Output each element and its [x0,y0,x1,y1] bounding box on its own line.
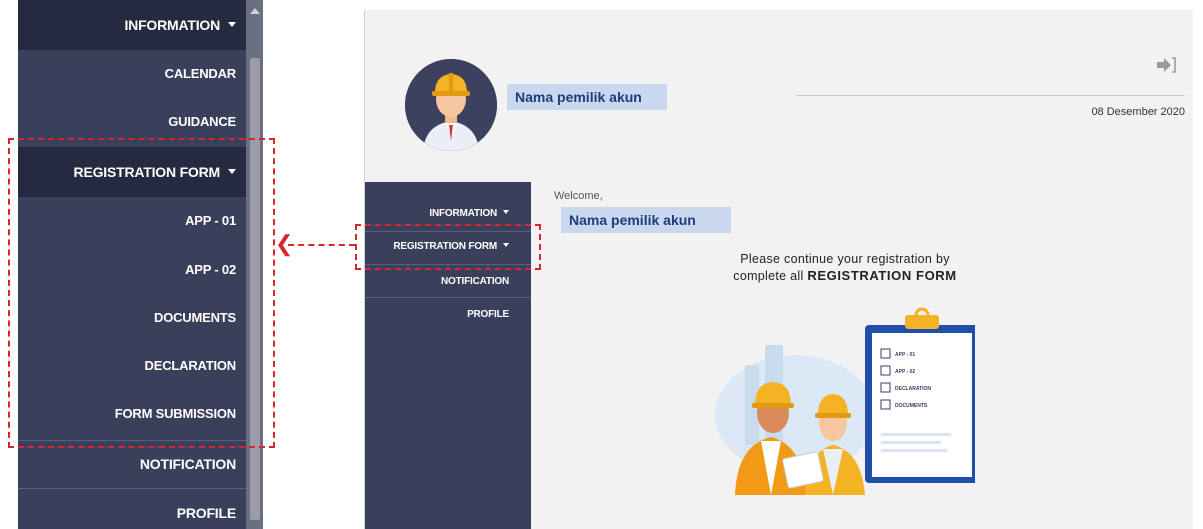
sidebar-item-calendar[interactable]: CALENDAR [18,50,246,98]
dashed-connector [288,244,355,246]
logout-icon[interactable] [1155,56,1177,76]
registration-message-line2: complete all REGISTRATION FORM [595,268,1095,283]
sidebar-item-label: NOTIFICATION [139,456,236,472]
caret-down-icon [228,21,236,27]
checklist-item: APP - 01 [895,352,915,358]
registration-message-line1: Please continue your registration by [740,252,950,266]
sidebar-item-information[interactable]: INFORMATION [18,0,246,50]
account-name-tag: Nama pemilik akun [507,84,667,110]
highlight-box-zoomed [8,138,275,448]
avatar-worker-icon [405,59,497,151]
sidebar-item-label: CALENDAR [164,66,237,81]
sidebar-item-label: INFORMATION [124,17,220,33]
nav-item-notification[interactable]: NOTIFICATION [365,266,531,298]
highlight-box-app [355,224,541,270]
nav-item-profile[interactable]: PROFILE [365,299,531,331]
registration-illustration: APP - 01 APP - 02 DECLARATION DOCUMENTS [715,305,979,495]
scroll-up-arrow-icon[interactable] [250,8,260,14]
sidebar-item-label: GUIDANCE [168,114,236,129]
message-prefix: complete all [733,269,808,283]
divider [365,297,531,298]
checklist-item: DOCUMENTS [895,403,928,409]
current-date: 08 Desember 2020 [1091,106,1185,118]
welcome-label: Welcome, [554,190,603,202]
nav-item-label: NOTIFICATION [441,276,509,287]
sidebar-item-profile[interactable]: PROFILE [18,489,246,529]
nav-item-label: PROFILE [467,309,509,320]
nav-item-label: INFORMATION [429,208,497,219]
sidebar-item-label: PROFILE [176,505,236,521]
checklist-item: APP - 02 [895,369,915,375]
header-divider [796,95,1185,96]
checklist-item: DECLARATION [895,386,931,392]
message-emphasis: REGISTRATION FORM [807,268,957,283]
welcome-name-tag: Nama pemilik akun [561,207,731,233]
caret-down-icon [503,210,509,215]
